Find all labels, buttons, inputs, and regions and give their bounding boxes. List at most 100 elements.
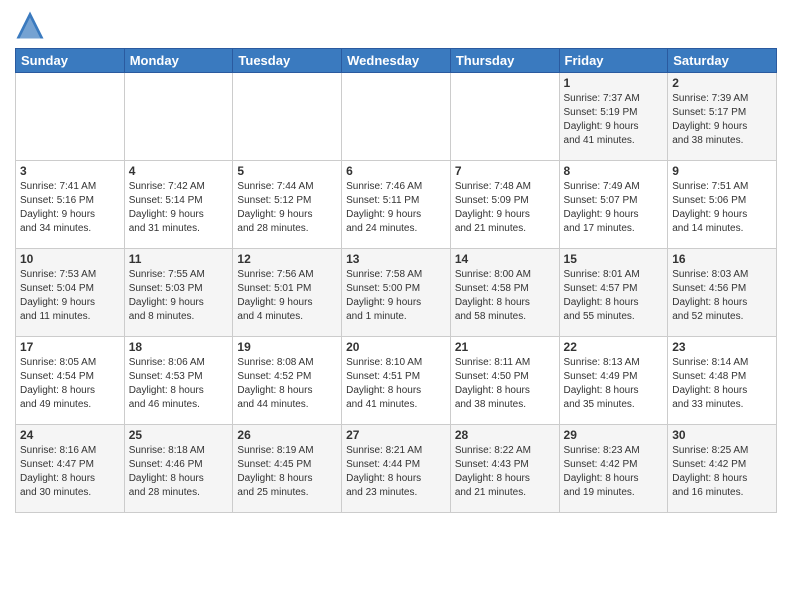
calendar-cell: 4 Sunrise: 7:42 AM Sunset: 5:14 PM Daylig… [124, 161, 233, 249]
calendar-header-monday: Monday [124, 49, 233, 73]
calendar-week-5: 24 Sunrise: 8:16 AM Sunset: 4:47 PM Dayli… [16, 425, 777, 513]
day-number: 4 [129, 164, 229, 178]
calendar-cell: 1 Sunrise: 7:37 AM Sunset: 5:19 PM Daylig… [559, 73, 668, 161]
day-number: 16 [672, 252, 772, 266]
day-info: Sunrise: 8:01 AM Sunset: 4:57 PM Dayligh… [564, 268, 664, 324]
day-info: Sunrise: 8:18 AM Sunset: 4:46 PM Dayligh… [129, 444, 229, 500]
calendar-cell: 10 Sunrise: 7:53 AM Sunset: 5:04 PM Dayli… [16, 249, 125, 337]
day-info: Sunrise: 8:06 AM Sunset: 4:53 PM Dayligh… [129, 356, 229, 412]
calendar-cell: 2 Sunrise: 7:39 AM Sunset: 5:17 PM Daylig… [668, 73, 777, 161]
calendar-header-wednesday: Wednesday [342, 49, 451, 73]
day-info: Sunrise: 7:39 AM Sunset: 5:17 PM Dayligh… [672, 92, 772, 148]
calendar-cell: 25 Sunrise: 8:18 AM Sunset: 4:46 PM Dayli… [124, 425, 233, 513]
day-info: Sunrise: 7:48 AM Sunset: 5:09 PM Dayligh… [455, 180, 555, 236]
day-info: Sunrise: 7:46 AM Sunset: 5:11 PM Dayligh… [346, 180, 446, 236]
calendar-header-tuesday: Tuesday [233, 49, 342, 73]
calendar-header-row: SundayMondayTuesdayWednesdayThursdayFrid… [16, 49, 777, 73]
calendar-cell: 16 Sunrise: 8:03 AM Sunset: 4:56 PM Dayli… [668, 249, 777, 337]
day-info: Sunrise: 8:25 AM Sunset: 4:42 PM Dayligh… [672, 444, 772, 500]
calendar-cell [450, 73, 559, 161]
calendar-cell [233, 73, 342, 161]
day-info: Sunrise: 7:41 AM Sunset: 5:16 PM Dayligh… [20, 180, 120, 236]
day-number: 26 [237, 428, 337, 442]
calendar-cell: 24 Sunrise: 8:16 AM Sunset: 4:47 PM Dayli… [16, 425, 125, 513]
logo-icon [15, 10, 45, 40]
calendar-header-saturday: Saturday [668, 49, 777, 73]
day-info: Sunrise: 8:11 AM Sunset: 4:50 PM Dayligh… [455, 356, 555, 412]
calendar-cell: 20 Sunrise: 8:10 AM Sunset: 4:51 PM Dayli… [342, 337, 451, 425]
calendar-cell: 11 Sunrise: 7:55 AM Sunset: 5:03 PM Dayli… [124, 249, 233, 337]
day-number: 17 [20, 340, 120, 354]
day-info: Sunrise: 8:16 AM Sunset: 4:47 PM Dayligh… [20, 444, 120, 500]
logo [15, 10, 49, 40]
day-number: 12 [237, 252, 337, 266]
day-info: Sunrise: 7:58 AM Sunset: 5:00 PM Dayligh… [346, 268, 446, 324]
day-number: 18 [129, 340, 229, 354]
day-number: 30 [672, 428, 772, 442]
calendar-cell: 29Sunrise: 8:23 AM Sunset: 4:42 PM Dayli… [559, 425, 668, 513]
day-info: Sunrise: 7:53 AM Sunset: 5:04 PM Dayligh… [20, 268, 120, 324]
calendar-week-2: 3Sunrise: 7:41 AM Sunset: 5:16 PM Daylig… [16, 161, 777, 249]
calendar-cell: 12 Sunrise: 7:56 AM Sunset: 5:01 PM Dayli… [233, 249, 342, 337]
day-info: Sunrise: 8:13 AM Sunset: 4:49 PM Dayligh… [564, 356, 664, 412]
calendar-cell: 17 Sunrise: 8:05 AM Sunset: 4:54 PM Dayli… [16, 337, 125, 425]
calendar-cell: 19 Sunrise: 8:08 AM Sunset: 4:52 PM Dayli… [233, 337, 342, 425]
day-number: 2 [672, 76, 772, 90]
day-number: 1 [564, 76, 664, 90]
calendar-cell: 26Sunrise: 8:19 AM Sunset: 4:45 PM Dayli… [233, 425, 342, 513]
day-info: Sunrise: 7:51 AM Sunset: 5:06 PM Dayligh… [672, 180, 772, 236]
calendar-week-4: 17 Sunrise: 8:05 AM Sunset: 4:54 PM Dayli… [16, 337, 777, 425]
day-number: 23 [672, 340, 772, 354]
calendar-header-thursday: Thursday [450, 49, 559, 73]
day-number: 25 [129, 428, 229, 442]
day-number: 11 [129, 252, 229, 266]
calendar-cell: 18 Sunrise: 8:06 AM Sunset: 4:53 PM Dayli… [124, 337, 233, 425]
day-info: Sunrise: 7:56 AM Sunset: 5:01 PM Dayligh… [237, 268, 337, 324]
day-number: 21 [455, 340, 555, 354]
calendar-cell [342, 73, 451, 161]
day-number: 27 [346, 428, 446, 442]
day-number: 13 [346, 252, 446, 266]
day-number: 24 [20, 428, 120, 442]
calendar-cell: 21 Sunrise: 8:11 AM Sunset: 4:50 PM Dayli… [450, 337, 559, 425]
day-info: Sunrise: 7:49 AM Sunset: 5:07 PM Dayligh… [564, 180, 664, 236]
day-number: 9 [672, 164, 772, 178]
day-info: Sunrise: 8:10 AM Sunset: 4:51 PM Dayligh… [346, 356, 446, 412]
day-info: Sunrise: 7:42 AM Sunset: 5:14 PM Dayligh… [129, 180, 229, 236]
calendar-cell: 8 Sunrise: 7:49 AM Sunset: 5:07 PM Daylig… [559, 161, 668, 249]
calendar-cell: 6 Sunrise: 7:46 AM Sunset: 5:11 PM Daylig… [342, 161, 451, 249]
calendar-cell: 28Sunrise: 8:22 AM Sunset: 4:43 PM Dayli… [450, 425, 559, 513]
calendar-header-sunday: Sunday [16, 49, 125, 73]
calendar-cell: 22 Sunrise: 8:13 AM Sunset: 4:49 PM Dayli… [559, 337, 668, 425]
day-number: 19 [237, 340, 337, 354]
day-info: Sunrise: 7:55 AM Sunset: 5:03 PM Dayligh… [129, 268, 229, 324]
calendar-cell: 9 Sunrise: 7:51 AM Sunset: 5:06 PM Daylig… [668, 161, 777, 249]
day-info: Sunrise: 8:03 AM Sunset: 4:56 PM Dayligh… [672, 268, 772, 324]
day-info: Sunrise: 8:14 AM Sunset: 4:48 PM Dayligh… [672, 356, 772, 412]
day-number: 22 [564, 340, 664, 354]
day-number: 29 [564, 428, 664, 442]
calendar-cell [124, 73, 233, 161]
day-number: 14 [455, 252, 555, 266]
day-number: 5 [237, 164, 337, 178]
calendar-cell: 5Sunrise: 7:44 AM Sunset: 5:12 PM Daylig… [233, 161, 342, 249]
calendar-cell: 30 Sunrise: 8:25 AM Sunset: 4:42 PM Dayli… [668, 425, 777, 513]
page: SundayMondayTuesdayWednesdayThursdayFrid… [0, 0, 792, 612]
day-info: Sunrise: 8:22 AM Sunset: 4:43 PM Dayligh… [455, 444, 555, 500]
calendar-table: SundayMondayTuesdayWednesdayThursdayFrid… [15, 48, 777, 513]
day-info: Sunrise: 7:37 AM Sunset: 5:19 PM Dayligh… [564, 92, 664, 148]
day-number: 8 [564, 164, 664, 178]
day-info: Sunrise: 8:08 AM Sunset: 4:52 PM Dayligh… [237, 356, 337, 412]
day-number: 15 [564, 252, 664, 266]
day-number: 20 [346, 340, 446, 354]
calendar-cell: 7Sunrise: 7:48 AM Sunset: 5:09 PM Daylig… [450, 161, 559, 249]
calendar-cell: 14 Sunrise: 8:00 AM Sunset: 4:58 PM Dayli… [450, 249, 559, 337]
calendar-cell: 3Sunrise: 7:41 AM Sunset: 5:16 PM Daylig… [16, 161, 125, 249]
calendar-cell: 15 Sunrise: 8:01 AM Sunset: 4:57 PM Dayli… [559, 249, 668, 337]
day-number: 6 [346, 164, 446, 178]
day-info: Sunrise: 8:05 AM Sunset: 4:54 PM Dayligh… [20, 356, 120, 412]
calendar-week-3: 10 Sunrise: 7:53 AM Sunset: 5:04 PM Dayli… [16, 249, 777, 337]
day-number: 10 [20, 252, 120, 266]
calendar-cell: 27Sunrise: 8:21 AM Sunset: 4:44 PM Dayli… [342, 425, 451, 513]
day-info: Sunrise: 8:00 AM Sunset: 4:58 PM Dayligh… [455, 268, 555, 324]
